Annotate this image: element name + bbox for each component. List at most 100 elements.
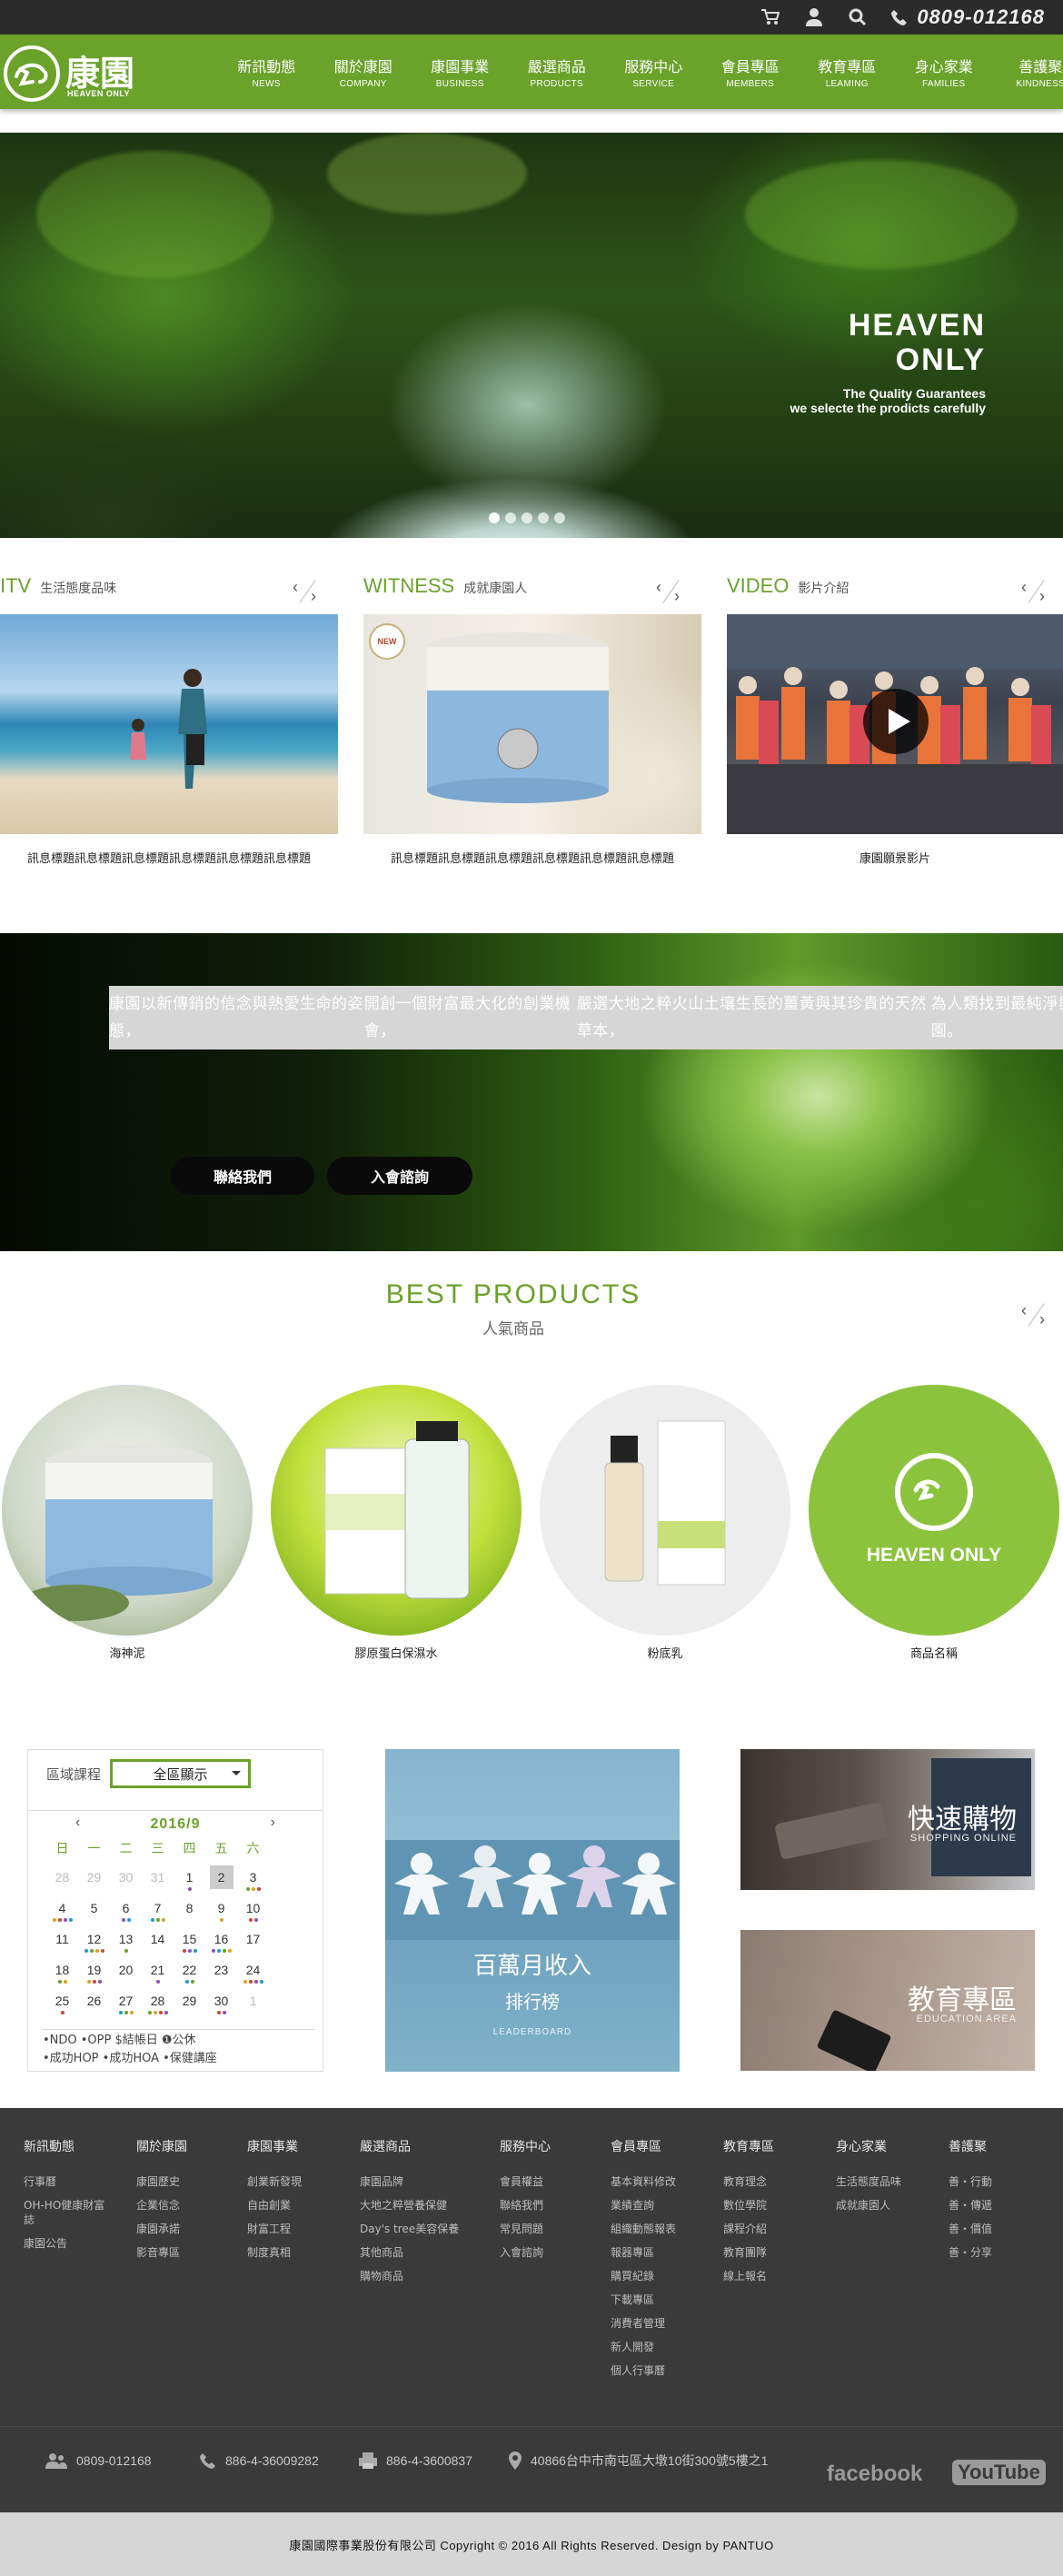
- product-image[interactable]: [271, 1385, 522, 1636]
- calendar-day[interactable]: 16: [205, 1926, 237, 1957]
- calendar-day[interactable]: 13: [110, 1926, 142, 1957]
- nav-item-kindness[interactable]: 善護聚 KINDNESS: [992, 35, 1063, 109]
- calendar-day[interactable]: 5: [78, 1895, 110, 1926]
- footer-phone[interactable]: 0809-012168: [45, 2444, 152, 2477]
- footer-link[interactable]: 下載專區: [611, 2288, 718, 2312]
- footer-link[interactable]: 制度真相: [247, 2241, 354, 2264]
- footer-heading[interactable]: 關於康園: [136, 2137, 243, 2155]
- calendar-day[interactable]: 8: [174, 1895, 205, 1926]
- calendar-day[interactable]: 22: [174, 1957, 205, 1988]
- footer-link[interactable]: 康園歷史: [136, 2170, 243, 2193]
- facebook-link[interactable]: facebook: [827, 2462, 922, 2487]
- prev-arrow-icon[interactable]: ‹: [656, 578, 661, 596]
- footer-heading[interactable]: 嚴選商品: [360, 2137, 467, 2155]
- nav-item-news[interactable]: 新訊動態 NEWS: [218, 35, 315, 109]
- products-arrows[interactable]: ‹ ›: [1019, 1301, 1054, 1328]
- footer-link[interactable]: 報器專區: [611, 2241, 718, 2264]
- leaderboard-card[interactable]: 百萬月收入 排行榜 LEADERBOARD: [385, 1749, 680, 2072]
- product-name[interactable]: 粉底乳: [540, 1644, 790, 1661]
- product-image[interactable]: [2, 1385, 253, 1636]
- calendar-day[interactable]: 23: [205, 1957, 237, 1988]
- play-button[interactable]: [863, 689, 929, 754]
- calendar-day[interactable]: 18: [46, 1957, 78, 1988]
- footer-link[interactable]: 康園公告: [24, 2232, 131, 2255]
- calendar-day[interactable]: 14: [142, 1926, 174, 1957]
- footer-link[interactable]: 善・價值: [949, 2217, 1056, 2241]
- youtube-link[interactable]: YouTube: [952, 2460, 1046, 2485]
- region-select[interactable]: 全區顯示: [110, 1759, 252, 1788]
- join-button[interactable]: 入會諮詢: [327, 1157, 472, 1195]
- user-icon[interactable]: [804, 7, 824, 27]
- footer-link[interactable]: 行事曆: [24, 2170, 131, 2193]
- calendar-day[interactable]: 21: [142, 1957, 174, 1988]
- calendar-day[interactable]: 11: [46, 1926, 78, 1957]
- footer-link[interactable]: 聯絡我們: [500, 2193, 607, 2217]
- calendar-day[interactable]: 25: [46, 1988, 78, 2019]
- education-area-card[interactable]: 教育專區 EDUCATION AREA: [740, 1930, 1035, 2071]
- footer-link[interactable]: 影音專區: [136, 2241, 243, 2264]
- footer-link[interactable]: 會員權益: [500, 2170, 607, 2193]
- calendar-day[interactable]: 4: [46, 1895, 78, 1926]
- shopping-online-card[interactable]: 快速購物 SHOPPING ONLINE: [740, 1749, 1035, 1890]
- footer-link[interactable]: 康園品牌: [360, 2170, 467, 2193]
- nav-item-families[interactable]: 身心家業 FAMILIES: [896, 35, 993, 109]
- footer-link[interactable]: 生活態度品味: [836, 2170, 943, 2193]
- next-arrow-icon[interactable]: ›: [1039, 587, 1045, 605]
- footer-link[interactable]: 數位學院: [723, 2193, 830, 2217]
- top-phone[interactable]: 0809-012168: [891, 5, 1045, 29]
- product-name[interactable]: 膠原蛋白保濕水: [271, 1644, 522, 1661]
- footer-tel[interactable]: 886-4-36009282: [200, 2444, 319, 2477]
- calendar-day[interactable]: 2: [205, 1865, 237, 1895]
- calendar-day[interactable]: 19: [78, 1957, 110, 1988]
- calendar-day[interactable]: 3: [237, 1865, 269, 1895]
- calendar-day[interactable]: 30: [205, 1988, 237, 2019]
- calendar-day[interactable]: 27: [110, 1988, 142, 2019]
- footer-link[interactable]: 入會諮詢: [500, 2241, 607, 2264]
- footer-link[interactable]: 大地之粹營養保健: [360, 2193, 467, 2217]
- slider-dot[interactable]: [554, 512, 565, 523]
- next-arrow-icon[interactable]: ›: [311, 587, 316, 605]
- video-thumbnail[interactable]: [727, 614, 1063, 834]
- footer-link[interactable]: 康園承諾: [136, 2217, 243, 2241]
- calendar-day[interactable]: 7: [142, 1895, 174, 1926]
- prev-arrow-icon[interactable]: ‹: [1021, 1301, 1027, 1319]
- video-arrows[interactable]: ‹ ›: [1019, 578, 1054, 605]
- footer-heading[interactable]: 教育專區: [723, 2137, 830, 2155]
- footer-link[interactable]: 成就康園人: [836, 2193, 943, 2217]
- prev-arrow-icon[interactable]: ‹: [293, 578, 298, 596]
- itv-caption[interactable]: 訊息標題訊息標題訊息標題訊息標題訊息標題訊息標題: [0, 849, 338, 866]
- itv-thumbnail[interactable]: [0, 614, 338, 834]
- footer-link[interactable]: 教育團隊: [723, 2241, 830, 2264]
- footer-link[interactable]: 善・分享: [949, 2241, 1056, 2264]
- calendar-day[interactable]: 29: [78, 1865, 110, 1895]
- footer-heading[interactable]: 康園事業: [247, 2137, 354, 2155]
- contact-button[interactable]: 聯絡我們: [171, 1157, 314, 1195]
- footer-link[interactable]: 課程介紹: [723, 2217, 830, 2241]
- hero-slider[interactable]: HEAVEN ONLY The Quality Guarantees we se…: [0, 133, 1063, 538]
- calendar-day[interactable]: 6: [110, 1895, 142, 1926]
- slider-dot[interactable]: [522, 512, 532, 523]
- calendar-day[interactable]: 28: [142, 1988, 174, 2019]
- footer-link[interactable]: 線上報名: [723, 2264, 830, 2288]
- footer-link[interactable]: 組織動態報表: [611, 2217, 718, 2241]
- product-name[interactable]: 商品名稱: [809, 1644, 1059, 1661]
- product-image[interactable]: [540, 1385, 790, 1636]
- product-image[interactable]: HEAVEN ONLY: [809, 1385, 1059, 1636]
- footer-heading[interactable]: 會員專區: [611, 2137, 718, 2155]
- footer-link[interactable]: 教育理念: [723, 2170, 830, 2193]
- calendar-day[interactable]: 26: [78, 1988, 110, 2019]
- next-arrow-icon[interactable]: ›: [1039, 1310, 1045, 1328]
- calendar-day[interactable]: 1: [237, 1988, 269, 2019]
- itv-arrows[interactable]: ‹ ›: [291, 578, 325, 605]
- slider-dot[interactable]: [489, 512, 500, 523]
- footer-link[interactable]: 購買紀錄: [611, 2264, 718, 2288]
- calendar-day[interactable]: 15: [174, 1926, 205, 1957]
- footer-link[interactable]: 常見問題: [500, 2217, 607, 2241]
- calendar-day[interactable]: 10: [237, 1895, 269, 1926]
- nav-item-learning[interactable]: 教育專區 LEAMING: [799, 35, 896, 109]
- slider-dot[interactable]: [505, 512, 516, 523]
- nav-item-members[interactable]: 會員專區 MEMBERS: [702, 35, 800, 109]
- footer-link[interactable]: 業績查詢: [611, 2193, 718, 2217]
- footer-heading[interactable]: 善護聚: [949, 2137, 1056, 2155]
- footer-link[interactable]: 創業新發現: [247, 2170, 354, 2193]
